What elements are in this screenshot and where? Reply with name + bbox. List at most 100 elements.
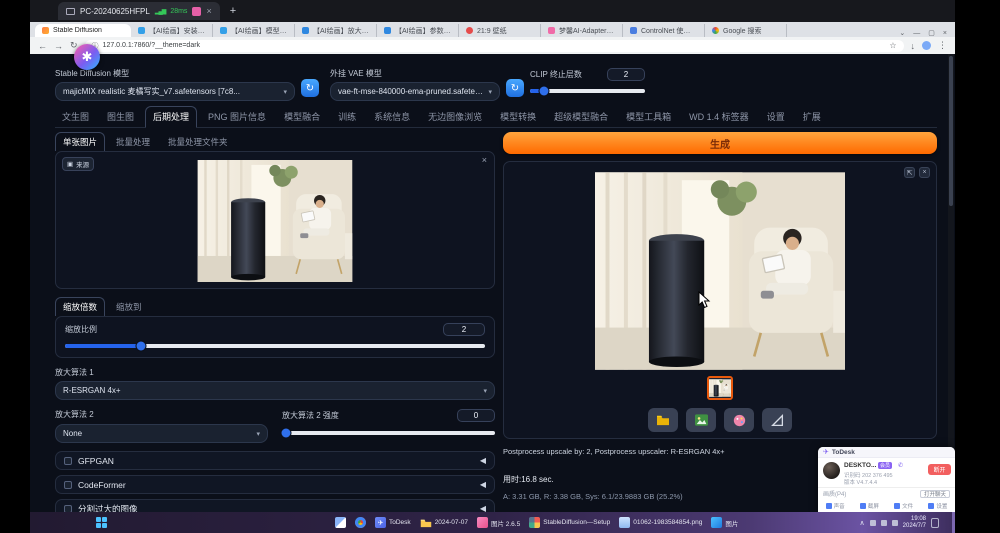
thumbnail-selected[interactable] <box>707 376 733 400</box>
taskbar-item-sd-setup[interactable]: StableDiffusion—Setup <box>529 517 610 528</box>
tab-extras[interactable]: 后期处理 <box>145 106 197 128</box>
close-session-icon[interactable]: × <box>206 6 211 16</box>
screenshot-button[interactable]: 截屏 <box>860 502 879 510</box>
tab-train[interactable]: 训练 <box>331 107 363 127</box>
address-bar[interactable]: ⓘ 127.0.0.1:7860/?__theme=dark ☆ <box>85 40 904 52</box>
browser-tab[interactable]: 【AI绘画】放大算法 <box>295 24 377 37</box>
menu-icon[interactable]: ⋮ <box>938 40 947 51</box>
chrome-icon[interactable] <box>355 517 366 528</box>
generate-button[interactable]: 生成 <box>503 132 937 154</box>
browser-tab[interactable]: ControlNet 使用教程 <box>623 24 705 37</box>
tab-scale-to[interactable]: 缩放到 <box>109 298 149 316</box>
tab-scale-by[interactable]: 缩放倍数 <box>55 297 105 316</box>
upscaler2-select[interactable]: None ▾ <box>55 424 268 443</box>
phone-icon[interactable]: ✆ <box>898 462 903 469</box>
forward-icon[interactable]: → <box>54 41 63 51</box>
show-desktop-button[interactable] <box>952 512 955 533</box>
download-icon[interactable]: ↓ <box>911 41 916 51</box>
accordion-codeformer[interactable]: CodeFormer ◀ <box>55 475 495 494</box>
tray-icon[interactable] <box>881 520 887 526</box>
browser-tab[interactable]: Google 搜索 <box>705 24 787 37</box>
notification-icon[interactable] <box>931 518 939 528</box>
tray-chevron-icon[interactable]: ∧ <box>860 519 865 527</box>
tray-icon[interactable] <box>870 520 876 526</box>
close-gallery-icon[interactable]: × <box>919 167 930 178</box>
page-scrollbar[interactable] <box>948 54 954 512</box>
sound-button[interactable]: 声音 <box>826 502 845 510</box>
tab-model-convert[interactable]: 模型转换 <box>493 107 543 127</box>
taskbar-clock[interactable]: 19:08 2024/7/7 <box>903 516 926 530</box>
profile-avatar[interactable] <box>922 41 931 50</box>
taskbar-item-pictures[interactable]: 图片 <box>711 517 738 528</box>
start-button[interactable] <box>96 517 107 528</box>
browser-tab-active[interactable]: Stable Diffusion <box>35 24 131 37</box>
sd-webui-logo[interactable]: ✱ <box>74 44 100 70</box>
settings-button[interactable]: 设置 <box>928 502 947 510</box>
fullscreen-icon[interactable]: ⇱ <box>904 167 915 178</box>
file-transfer-button[interactable]: 文件 <box>894 502 913 510</box>
taskbar-item-png-file[interactable]: 01062-1983584854.png <box>619 517 702 528</box>
todesk-panel-header[interactable]: ✈ ToDesk <box>818 447 955 458</box>
result-image[interactable] <box>595 172 845 370</box>
tab-single-image[interactable]: 单张图片 <box>55 132 105 151</box>
tab-png-info[interactable]: PNG 图片信息 <box>201 107 273 127</box>
remote-session-tab[interactable]: PC-20240625HFPL ▂▄▆ 28ms × <box>58 2 220 20</box>
tab-model-toolkit[interactable]: 模型工具箱 <box>619 107 678 127</box>
clip-skip-value[interactable]: 2 <box>607 68 645 81</box>
bookmark-star-icon[interactable]: ☆ <box>889 41 896 50</box>
send-to-inpaint-button[interactable] <box>724 408 754 432</box>
taskbar-item-folder[interactable]: 2024-07-07 <box>420 518 468 528</box>
taskbar-item-todesk[interactable]: ✈ ToDesk <box>375 517 411 528</box>
disconnect-button[interactable]: 断开 <box>928 464 951 475</box>
tab-wd14-tagger[interactable]: WD 1.4 标签器 <box>682 107 756 127</box>
browser-tab[interactable]: 【AI绘画】安装教程 <box>131 24 213 37</box>
scale-ratio-value[interactable]: 2 <box>443 323 485 336</box>
save-image-button[interactable] <box>686 408 716 432</box>
thumbnail-strip <box>504 376 936 400</box>
tab-batch-process[interactable]: 批量处理 <box>109 133 157 151</box>
tab-system-info[interactable]: 系统信息 <box>367 107 417 127</box>
back-icon[interactable]: ← <box>38 41 47 51</box>
clip-skip-slider[interactable] <box>530 89 645 93</box>
tab-txt2img[interactable]: 文生图 <box>55 107 96 127</box>
task-view-icon[interactable] <box>335 517 346 528</box>
vae-select[interactable]: vae-ft-mse-840000-ema-pruned.safetensors… <box>330 82 500 101</box>
browser-tab[interactable]: 21:9 壁纸 <box>459 24 541 37</box>
upscaler1-select[interactable]: R-ESRGAN 4x+ ▾ <box>55 381 495 400</box>
tab-settings[interactable]: 设置 <box>760 107 792 127</box>
browser-tab[interactable]: 梦馨AI-Adapter 使用 <box>541 24 623 37</box>
open-folder-button[interactable] <box>648 408 678 432</box>
tab-infinite-browser[interactable]: 无边图像浏览 <box>421 107 489 127</box>
scale-ratio-slider[interactable] <box>65 344 485 348</box>
upscaler2-strength-value[interactable]: 0 <box>457 409 495 422</box>
maximize-icon[interactable]: ▢ <box>928 29 935 37</box>
new-session-button[interactable]: + <box>230 5 236 17</box>
open-chat-button[interactable]: 打开聊天 <box>920 490 950 498</box>
taskbar-item-photos-app[interactable]: 图片 2.6.5 <box>477 517 520 528</box>
quality-badge-icon[interactable] <box>192 7 201 16</box>
minimize-icon[interactable]: — <box>913 30 920 37</box>
checkbox-icon[interactable] <box>64 505 72 513</box>
checkbox-icon[interactable] <box>64 481 72 489</box>
ruler-triangle-icon <box>771 414 784 427</box>
browser-tab[interactable]: 【AI绘画】参数设置 <box>377 24 459 37</box>
browser-tab[interactable]: 【AI绘画】模型推荐 <box>213 24 295 37</box>
tab-super-merger[interactable]: 超级模型融合 <box>547 107 615 127</box>
accordion-gfpgan[interactable]: GFPGAN ◀ <box>55 451 495 470</box>
tray-icon[interactable] <box>892 520 898 526</box>
sd-model-select[interactable]: majicMIX realistic 麦橘写实_v7.safetensors [… <box>55 82 295 101</box>
reload-vae-button[interactable]: ↻ <box>506 79 524 97</box>
upscaler2-strength-slider[interactable] <box>282 431 495 435</box>
send-to-extras-button[interactable] <box>762 408 792 432</box>
tab-extensions[interactable]: 扩展 <box>796 107 828 127</box>
tab-batch-folder[interactable]: 批量处理文件夹 <box>161 133 235 151</box>
tab-search-icon[interactable]: ⌄ <box>899 29 905 37</box>
close-window-icon[interactable]: × <box>943 30 947 37</box>
source-image-dropzone[interactable]: ▣ 来源 × <box>55 151 495 289</box>
reload-model-button[interactable]: ↻ <box>301 79 319 97</box>
checkbox-icon[interactable] <box>64 457 72 465</box>
tab-checkpoint-merger[interactable]: 模型融合 <box>277 107 327 127</box>
accordion-split-oversized[interactable]: 分割过大的图像 ◀ <box>55 499 495 512</box>
tab-img2img[interactable]: 图生图 <box>100 107 141 127</box>
clear-image-icon[interactable]: × <box>482 155 487 165</box>
